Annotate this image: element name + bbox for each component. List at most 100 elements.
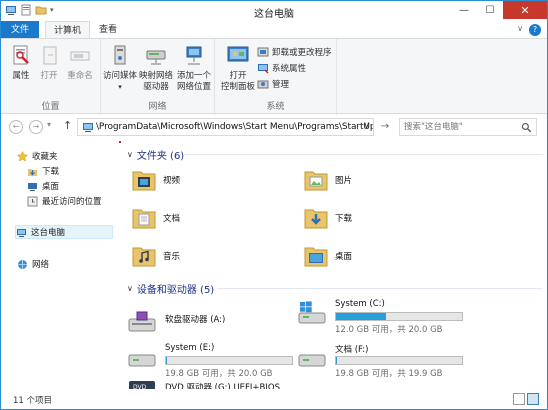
nav-desktop[interactable]: 桌面 — [27, 179, 59, 193]
devices-divider — [217, 288, 543, 289]
maximize-button[interactable]: ☐ — [477, 1, 503, 19]
properties-icon — [13, 45, 29, 65]
drive-floppy[interactable]: 软盘驱动器 (A:) — [127, 307, 297, 332]
search-icon[interactable] — [521, 122, 532, 133]
drive-dvd[interactable]: DVD DVD 驱动器 (G:) UEFI+BIOS — [127, 381, 327, 389]
back-button[interactable]: ← — [9, 120, 23, 134]
group-location: 属性 打开 重命名 位置 — [1, 39, 101, 115]
control-panel-icon — [227, 46, 249, 62]
nav-this-pc[interactable]: 这台电脑 — [15, 225, 113, 239]
help-icon[interactable]: ? — [529, 24, 541, 36]
up-button[interactable]: ↑ — [63, 119, 72, 132]
system-properties-label: 系统属性 — [272, 63, 307, 74]
add-network-location-button[interactable]: 添加一个 网络位置 — [175, 43, 213, 93]
ribbon: 属性 打开 重命名 位置 访问媒体 ▾ 映射网络 驱动器 添加一个 网络位置 网… — [1, 38, 547, 115]
add-location-label-1: 添加一个 — [176, 71, 211, 81]
properties-label: 属性 — [12, 71, 30, 81]
collapse-devices-icon[interactable]: ∨ — [127, 284, 133, 293]
manage-icon — [257, 80, 269, 88]
network-location-icon — [186, 46, 202, 65]
system-properties-button[interactable]: 系统属性 — [257, 61, 306, 74]
nav-favorites[interactable]: 收藏夹 — [17, 149, 58, 163]
group-system: 打开 控制面板 卸载或更改程序 系统属性 管理 系统 — [215, 39, 337, 115]
uninstall-program-button[interactable]: 卸载或更改程序 — [257, 45, 332, 58]
minimize-button[interactable]: — — [451, 1, 477, 19]
drive-f-size: 19.8 GB 可用，共 19.9 GB — [335, 369, 443, 379]
folder-documents[interactable]: 文档 — [131, 205, 180, 231]
recent-locations-button[interactable]: ▾ — [47, 120, 51, 129]
address-dropdown-icon[interactable]: ∨ — [363, 121, 370, 131]
folder-desktop[interactable]: 桌面 — [303, 243, 352, 269]
nav-recent-places[interactable]: 最近访问的位置 — [27, 194, 102, 208]
desktop-icon — [28, 182, 37, 191]
address-bar[interactable]: \ProgramData\Microsoft\Windows\Start Men… — [77, 118, 374, 136]
devices-section-header[interactable]: ∨ 设备和驱动器 (5) — [127, 281, 214, 296]
search-input[interactable] — [404, 122, 522, 132]
folder-videos[interactable]: 视频 — [131, 167, 180, 193]
open-cp-label-1: 打开 — [229, 71, 247, 81]
network-drive-icon — [146, 50, 166, 65]
downloads-folder-icon — [304, 209, 328, 229]
address-path[interactable]: \ProgramData\Microsoft\Windows\Start Men… — [96, 122, 373, 132]
forward-button[interactable]: → — [29, 120, 43, 134]
properties-button[interactable]: 属性 — [7, 43, 35, 82]
nav-desktop-label: 桌面 — [42, 182, 60, 192]
tiles-view-button[interactable] — [527, 393, 539, 405]
folder-downloads-label: 下载 — [335, 214, 353, 224]
drive-e-name: System (E:) — [165, 343, 215, 353]
drive-e-usage-bar — [165, 356, 293, 365]
rename-button[interactable]: 重命名 — [63, 43, 97, 82]
add-location-label-2: 网络位置 — [176, 82, 211, 92]
content-pane: ∨ 文件夹 (6) 视频 图片 文档 下载 音乐 桌面 ∨ 设备和驱动器 (5)… — [121, 141, 547, 389]
drive-f-name: 文档 (F:) — [335, 345, 369, 355]
nav-network-label: 网络 — [32, 260, 50, 270]
view-toggle — [513, 393, 539, 405]
window-controls: — ☐ ✕ — [451, 1, 547, 19]
folder-desktop-label: 桌面 — [335, 252, 353, 262]
drive-e[interactable]: System (E:) 19.8 GB 可用，共 20.0 GB — [127, 343, 303, 379]
computer-icon — [83, 123, 93, 132]
folder-music-label: 音乐 — [163, 252, 181, 262]
desktop-folder-icon — [304, 247, 328, 267]
nav-network[interactable]: 网络 — [17, 257, 49, 271]
collapse-folders-icon[interactable]: ∨ — [127, 150, 133, 159]
go-button[interactable]: → — [377, 118, 393, 136]
nav-downloads[interactable]: 下载 — [27, 164, 59, 178]
access-media-button[interactable]: 访问媒体 ▾ — [103, 43, 137, 93]
folder-music[interactable]: 音乐 — [131, 243, 180, 269]
folder-pictures[interactable]: 图片 — [303, 167, 352, 193]
folders-section-header[interactable]: ∨ 文件夹 (6) — [127, 147, 184, 162]
tab-computer[interactable]: 计算机 — [45, 21, 91, 39]
folder-downloads[interactable]: 下载 — [303, 205, 352, 231]
group-network: 访问媒体 ▾ 映射网络 驱动器 添加一个 网络位置 网络 — [101, 39, 215, 115]
tab-file[interactable]: 文件 — [1, 21, 39, 39]
folders-divider — [183, 154, 543, 155]
drive-c-usage-bar — [335, 312, 463, 321]
rename-icon — [70, 51, 90, 61]
manage-label: 管理 — [272, 79, 290, 90]
folders-header-label: 文件夹 (6) — [136, 151, 185, 162]
recent-places-icon — [27, 196, 38, 206]
videos-folder-icon — [132, 171, 156, 191]
search-box[interactable] — [399, 118, 537, 136]
open-button[interactable]: 打开 — [37, 43, 61, 82]
uninstall-icon — [257, 47, 269, 56]
computer-icon — [17, 228, 26, 237]
close-button[interactable]: ✕ — [503, 1, 547, 19]
drive-f[interactable]: 文档 (F:) 19.8 GB 可用，共 19.9 GB — [297, 343, 473, 379]
manage-button[interactable]: 管理 — [257, 77, 289, 90]
ribbon-expand-icon[interactable]: ∨ — [517, 24, 523, 33]
details-view-button[interactable] — [513, 393, 525, 405]
access-media-label: 访问媒体 — [103, 71, 138, 81]
system-drive-icon — [298, 301, 326, 324]
drive-f-usage-fill — [336, 357, 337, 364]
downloads-icon — [28, 168, 37, 176]
open-control-panel-button[interactable]: 打开 控制面板 — [221, 43, 255, 93]
music-folder-icon — [132, 247, 156, 267]
drive-c[interactable]: System (C:) 12.0 GB 可用，共 20.0 GB — [297, 299, 473, 335]
rename-label: 重命名 — [67, 71, 93, 81]
map-drive-button[interactable]: 映射网络 驱动器 — [137, 43, 175, 93]
tab-view[interactable]: 查看 — [91, 21, 125, 39]
group-network-label: 网络 — [148, 102, 167, 112]
navigation-pane: 收藏夹 下载 桌面 最近访问的位置 这台电脑 网络 — [1, 141, 119, 389]
